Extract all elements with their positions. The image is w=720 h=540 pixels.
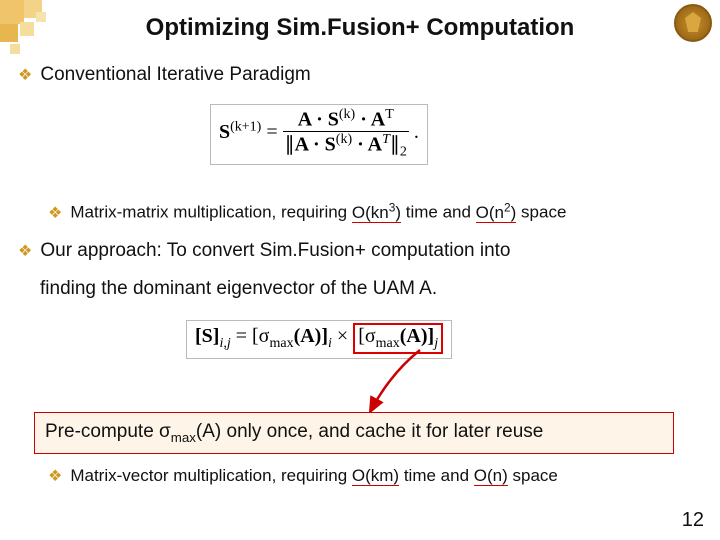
f1-den-sub: 2: [400, 144, 407, 159]
bullet-matrix-matrix: ❖ Matrix-matrix multiplication, requirin…: [18, 200, 702, 223]
f2-max2: max: [376, 336, 400, 351]
f1-den-open: ∥: [285, 133, 295, 155]
f1-den-close: ∥: [390, 133, 400, 155]
mm-prefix: Matrix-matrix multiplication, requiring: [70, 203, 352, 222]
f1-sup: (k+1): [230, 119, 261, 134]
mm-tail: space: [516, 203, 566, 222]
bullet-matrix-vector: ❖ Matrix-vector multiplication, requirin…: [18, 466, 702, 486]
f1-eq: =: [266, 121, 282, 143]
f2-open2: [σ: [358, 325, 375, 347]
diamond-bullet-icon: ❖: [48, 203, 62, 223]
f1-num-T: T: [385, 107, 394, 122]
mm-on2: O(n: [476, 203, 504, 222]
f2-eq: = [σ: [236, 325, 270, 347]
formula-iterative: S(k+1) = A · S(k) · AT ∥A · S(k) · AT∥2 …: [210, 104, 428, 165]
slide-title: Optimizing Sim.Fusion+ Computation: [0, 14, 720, 42]
diamond-bullet-icon: ❖: [48, 466, 62, 486]
mv-on: O(n): [474, 466, 508, 486]
mv-prefix: Matrix-vector multiplication, requiring: [70, 466, 352, 485]
f2-lhs-sub: i,j: [219, 336, 230, 351]
f2-times: ×: [337, 325, 353, 347]
approach-line2: finding the dominant eigenvector of the …: [40, 278, 437, 300]
formula-eigenvector: [S]i,j = [σmax(A)]i × [σmax(A)]j: [186, 320, 452, 359]
f2-j: j: [434, 336, 438, 351]
approach-line2-row: finding the dominant eigenvector of the …: [40, 278, 702, 300]
mv-tail: space: [508, 466, 558, 485]
f2-max1: max: [269, 336, 293, 351]
f1-den-sup: (k): [336, 132, 352, 147]
diamond-bullet-icon: ❖: [18, 65, 32, 85]
precompute-box: Pre-compute σmax(A) only once, and cache…: [34, 412, 674, 454]
f1-period: .: [414, 121, 419, 143]
page-number: 12: [682, 509, 704, 532]
bullet-conventional: ❖ Conventional Iterative Paradigm: [18, 64, 702, 86]
mm-text: Matrix-matrix multiplication, requiring …: [70, 200, 566, 223]
diamond-bullet-icon: ❖: [18, 241, 32, 261]
f1-den-tail: · A: [352, 133, 382, 155]
f1-num-tail: · A: [355, 109, 385, 131]
f2-i: i: [328, 336, 332, 351]
f1-num-sup: (k): [339, 107, 355, 122]
bullet-approach: ❖ Our approach: To convert Sim.Fusion+ c…: [18, 240, 702, 262]
f1-den-T: T: [382, 132, 390, 147]
pre-prefix: Pre-compute σ: [45, 421, 171, 442]
pre-sub: max: [171, 430, 196, 445]
mv-text: Matrix-vector multiplication, requiring …: [70, 466, 558, 486]
mv-okm: O(km): [352, 466, 399, 486]
f1-S: S: [219, 121, 230, 143]
conventional-heading: Conventional Iterative Paradigm: [40, 64, 310, 86]
mm-okn: O(kn: [352, 203, 389, 222]
f1-den-a: A · S: [295, 133, 336, 155]
f2-A1: (A)]: [294, 325, 328, 347]
pre-mid: (A) only once, and cache it for later re…: [196, 421, 543, 442]
mm-on2-sup: 2: [504, 200, 511, 214]
f2-lhs: [S]: [195, 325, 219, 347]
mm-mid: time and: [401, 203, 476, 222]
f1-num-a: A · S: [298, 109, 339, 131]
approach-line1: Our approach: To convert Sim.Fusion+ com…: [40, 240, 510, 262]
f2-A2: (A)]: [400, 325, 434, 347]
mv-mid: time and: [399, 466, 474, 485]
